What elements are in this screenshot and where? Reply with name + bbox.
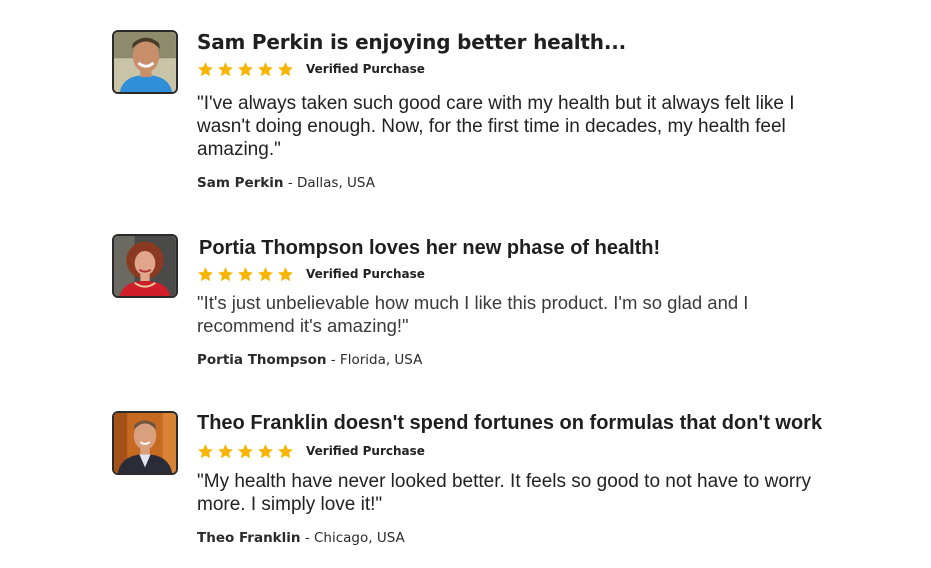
verified-purchase-label: Verified Purchase xyxy=(306,444,425,458)
review-quote: "It's just unbelievable how much I like … xyxy=(197,292,749,336)
star-icon xyxy=(217,266,234,283)
reviewer-avatar xyxy=(112,234,178,298)
review-author: Theo Franklin - Chicago, USA xyxy=(197,530,405,546)
star-rating: Verified Purchase xyxy=(197,441,425,461)
author-name: Portia Thompson xyxy=(197,352,327,368)
star-icon xyxy=(257,266,274,283)
star-icon xyxy=(237,266,254,283)
star-rating: Verified Purchase xyxy=(197,264,425,284)
review-author: Portia Thompson - Florida, USA xyxy=(197,352,422,368)
avatar-photo-man-smiling-icon xyxy=(114,32,176,92)
star-icon xyxy=(237,443,254,460)
review-author: Sam Perkin - Dallas, USA xyxy=(197,175,375,191)
star-rating: Verified Purchase xyxy=(197,59,425,79)
author-name: Theo Franklin xyxy=(197,530,301,546)
avatar-photo-woman-red-hair-icon xyxy=(114,236,176,296)
star-icon xyxy=(217,443,234,460)
author-name: Sam Perkin xyxy=(197,175,284,191)
verified-purchase-label: Verified Purchase xyxy=(306,267,425,281)
star-icon xyxy=(277,61,294,78)
reviewer-avatar xyxy=(112,411,178,475)
star-icon xyxy=(197,61,214,78)
star-icon xyxy=(277,443,294,460)
star-icon xyxy=(197,443,214,460)
avatar-photo-man-suit-icon xyxy=(114,413,176,473)
star-icon xyxy=(257,61,274,78)
author-location: - Chicago, USA xyxy=(300,530,405,546)
verified-purchase-label: Verified Purchase xyxy=(306,62,425,76)
star-icon xyxy=(197,266,214,283)
review-quote: "I've always taken such good care with m… xyxy=(197,93,795,160)
review-quote: "My health have never looked better. It … xyxy=(197,471,812,515)
author-location: - Dallas, USA xyxy=(283,175,375,191)
review-title: Theo Franklin doesn't spend fortunes on … xyxy=(197,412,823,434)
review-title: Sam Perkin is enjoying better health... xyxy=(197,30,627,54)
star-icon xyxy=(257,443,274,460)
author-location: - Florida, USA xyxy=(326,352,423,368)
review-title: Portia Thompson loves her new phase of h… xyxy=(199,237,661,259)
star-icon xyxy=(217,61,234,78)
reviewer-avatar xyxy=(112,30,178,94)
star-icon xyxy=(237,61,254,78)
star-icon xyxy=(277,266,294,283)
